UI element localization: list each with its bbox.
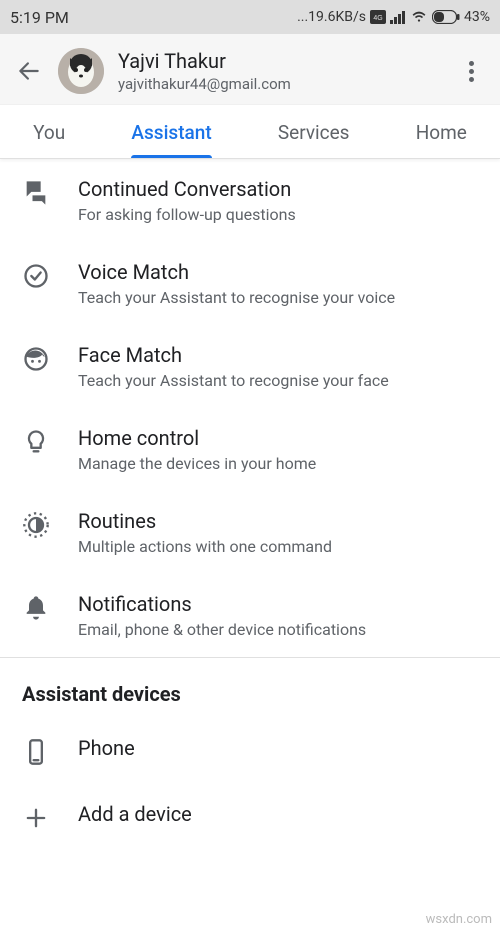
- setting-face-match[interactable]: Face Match Teach your Assistant to recog…: [0, 325, 500, 408]
- chat-icon: [22, 179, 50, 207]
- setting-title: Notifications: [78, 592, 478, 616]
- face-icon: [22, 345, 50, 373]
- phone-icon: [22, 738, 50, 766]
- back-button[interactable]: [14, 56, 44, 86]
- setting-title: Continued Conversation: [78, 177, 478, 201]
- setting-subtitle: Manage the devices in your home: [78, 454, 478, 473]
- setting-voice-match[interactable]: Voice Match Teach your Assistant to reco…: [0, 242, 500, 325]
- device-title: Phone: [78, 736, 478, 760]
- status-right: ...19.6KB/s 4G 43%: [297, 9, 490, 25]
- tab-label: You: [33, 121, 65, 144]
- tab-assistant[interactable]: Assistant: [121, 105, 221, 158]
- routines-icon: [22, 511, 50, 539]
- status-time: 5:19 PM: [10, 8, 69, 27]
- status-speed: ...19.6KB/s: [297, 9, 366, 25]
- user-name: Yajvi Thakur: [118, 49, 456, 73]
- status-battery: 43%: [464, 9, 490, 25]
- setting-title: Voice Match: [78, 260, 478, 284]
- avatar[interactable]: [58, 48, 104, 94]
- tab-bar: You Assistant Services Home: [0, 105, 500, 159]
- setting-subtitle: Email, phone & other device notification…: [78, 620, 478, 639]
- section-header-devices: Assistant devices: [0, 658, 500, 718]
- app-bar: Yajvi Thakur yajvithakur44@gmail.com: [0, 34, 500, 105]
- setting-subtitle: Teach your Assistant to recognise your f…: [78, 371, 478, 390]
- setting-title: Routines: [78, 509, 478, 533]
- battery-icon: [432, 10, 460, 24]
- device-title: Add a device: [78, 802, 478, 826]
- setting-title: Home control: [78, 426, 478, 450]
- tab-services[interactable]: Services: [268, 105, 360, 158]
- device-add[interactable]: Add a device: [0, 784, 500, 850]
- bulb-icon: [22, 428, 50, 456]
- arrow-back-icon: [16, 58, 42, 84]
- bell-icon: [22, 594, 50, 622]
- settings-list: Continued Conversation For asking follow…: [0, 159, 500, 850]
- tab-you[interactable]: You: [23, 105, 75, 158]
- tab-label: Home: [416, 121, 467, 144]
- user-email: yajvithakur44@gmail.com: [118, 75, 456, 93]
- user-block[interactable]: Yajvi Thakur yajvithakur44@gmail.com: [118, 49, 456, 93]
- plus-icon: [22, 804, 50, 832]
- signal-icon: [390, 10, 406, 24]
- wifi-icon: [410, 10, 428, 24]
- tab-label: Assistant: [131, 121, 211, 144]
- setting-subtitle: Multiple actions with one command: [78, 537, 478, 556]
- more-vert-icon: [469, 61, 474, 66]
- setting-subtitle: Teach your Assistant to recognise your v…: [78, 288, 478, 307]
- setting-subtitle: For asking follow-up questions: [78, 205, 478, 224]
- setting-title: Face Match: [78, 343, 478, 367]
- setting-continued-conversation[interactable]: Continued Conversation For asking follow…: [0, 159, 500, 242]
- more-button[interactable]: [456, 61, 486, 82]
- device-phone[interactable]: Phone: [0, 718, 500, 784]
- setting-home-control[interactable]: Home control Manage the devices in your …: [0, 408, 500, 491]
- check-circle-icon: [22, 262, 50, 290]
- avatar-image: [58, 48, 104, 94]
- tab-home[interactable]: Home: [406, 105, 477, 158]
- tab-label: Services: [278, 121, 350, 144]
- svg-text:4G: 4G: [373, 15, 382, 22]
- status-bar: 5:19 PM ...19.6KB/s 4G 43%: [0, 0, 500, 34]
- volte-icon: 4G: [370, 10, 386, 24]
- setting-routines[interactable]: Routines Multiple actions with one comma…: [0, 491, 500, 574]
- watermark: wsxdn.com: [426, 912, 492, 927]
- setting-notifications[interactable]: Notifications Email, phone & other devic…: [0, 574, 500, 657]
